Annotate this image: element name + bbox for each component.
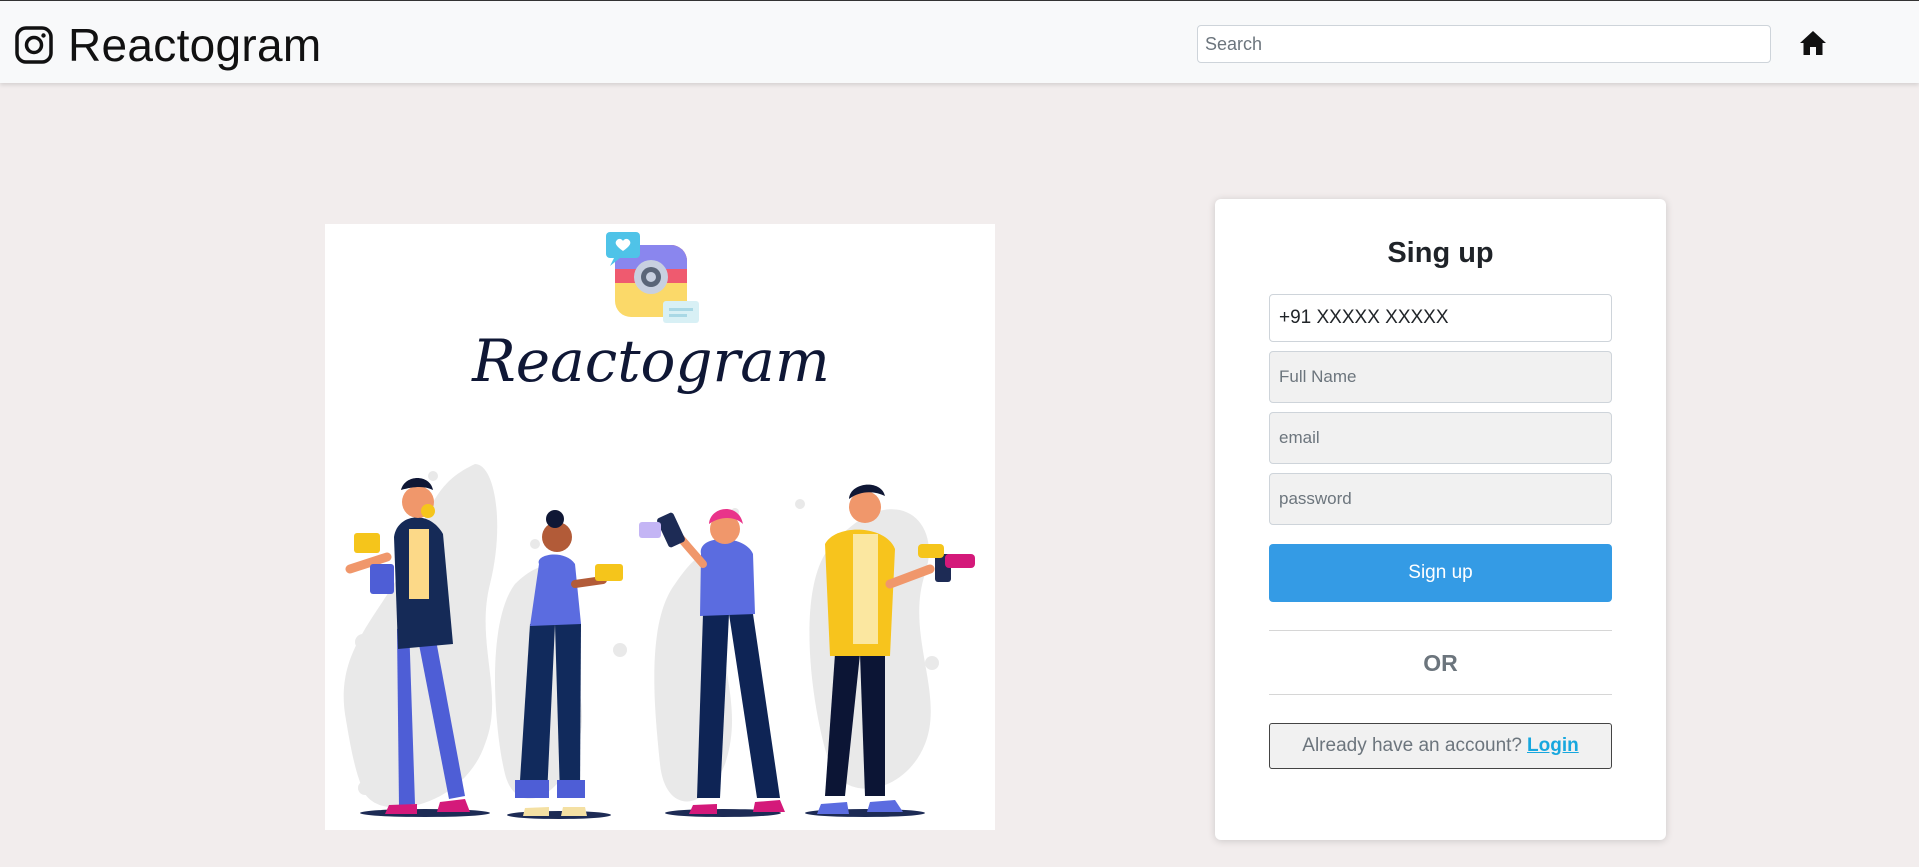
people-phones-illustration: Reactogram — [343, 232, 975, 819]
login-prompt-text: Already have an account? — [1302, 735, 1522, 756]
illustration-panel: Reactogram — [325, 224, 995, 830]
full-name-field[interactable] — [1269, 351, 1612, 403]
or-separator: OR — [1423, 650, 1458, 676]
signup-title: Sing up — [1387, 237, 1494, 269]
divider-top — [1269, 630, 1612, 631]
signup-card: Sing up Sign up OR Already have an accou… — [1215, 199, 1666, 840]
brand-name: Reactogram — [68, 19, 322, 71]
login-prompt-box: Already have an account? Login — [1269, 723, 1612, 769]
login-link[interactable]: Login — [1527, 735, 1579, 757]
instagram-icon — [15, 26, 53, 64]
illustration-logo-text: Reactogram — [471, 327, 830, 395]
email-field[interactable] — [1269, 412, 1612, 464]
brand[interactable]: Reactogram — [14, 19, 322, 71]
divider-bottom — [1269, 694, 1612, 695]
home-icon[interactable] — [1799, 29, 1827, 57]
search-input[interactable] — [1197, 25, 1771, 63]
navbar: Reactogram — [0, 0, 1919, 83]
camera-app-logo-icon — [606, 232, 699, 323]
sign-up-button[interactable]: Sign up — [1269, 544, 1612, 602]
password-field[interactable] — [1269, 473, 1612, 525]
phone-field[interactable] — [1269, 294, 1612, 342]
